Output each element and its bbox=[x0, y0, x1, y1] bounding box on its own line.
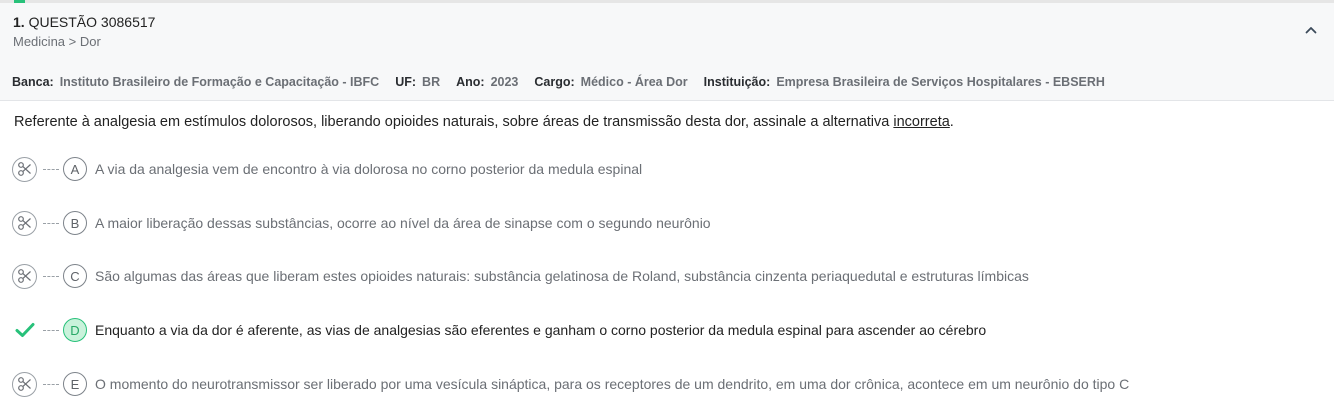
correct-indicator bbox=[12, 318, 37, 343]
connector-dash bbox=[43, 275, 59, 277]
alternative-e[interactable]: E O momento do neurotransmissor ser libe… bbox=[12, 370, 1332, 398]
scissors-icon bbox=[17, 377, 31, 391]
option-letter-d[interactable]: D bbox=[63, 318, 87, 342]
uf-label: UF: bbox=[395, 75, 417, 89]
alternative-c[interactable]: C São algumas das áreas que liberam este… bbox=[12, 262, 1332, 290]
banca-label: Banca: bbox=[12, 75, 54, 89]
option-letter-b[interactable]: B bbox=[63, 211, 87, 235]
eliminate-button-b[interactable] bbox=[12, 210, 37, 236]
connector-dash bbox=[43, 329, 59, 331]
connector-dash bbox=[43, 383, 59, 385]
cargo-value: Médico - Área Dor bbox=[580, 75, 688, 89]
option-text-b[interactable]: A maior liberação dessas substâncias, oc… bbox=[95, 215, 711, 231]
ano-label: Ano: bbox=[456, 75, 485, 89]
question-title: 1. QUESTÃO 3086517 bbox=[13, 14, 155, 30]
question-label: QUESTÃO 3086517 bbox=[28, 14, 156, 30]
option-text-e[interactable]: O momento do neurotransmissor ser libera… bbox=[95, 376, 1129, 392]
option-letter-a[interactable]: A bbox=[63, 157, 87, 181]
breadcrumb: Medicina > Dor bbox=[13, 34, 101, 49]
question-meta: Banca: Instituto Brasileiro de Formação … bbox=[12, 75, 1121, 89]
instituicao-value: Empresa Brasileira de Serviços Hospitala… bbox=[776, 75, 1105, 89]
alternative-b[interactable]: B A maior liberação dessas substâncias, … bbox=[12, 209, 1332, 237]
option-letter-e[interactable]: E bbox=[63, 372, 87, 396]
statement-emphasis: incorreta bbox=[893, 114, 950, 130]
connector-dash bbox=[43, 222, 59, 224]
scissors-icon bbox=[17, 269, 31, 283]
statement-text: Referente à analgesia em estímulos dolor… bbox=[14, 114, 894, 130]
instituicao-label: Instituição: bbox=[703, 75, 771, 89]
eliminate-button-e[interactable] bbox=[12, 371, 37, 397]
option-letter-c[interactable]: C bbox=[63, 264, 87, 288]
statement-end: . bbox=[949, 114, 954, 130]
check-icon bbox=[15, 323, 34, 337]
cargo-label: Cargo: bbox=[534, 75, 575, 89]
eliminate-button-c[interactable] bbox=[12, 263, 37, 289]
alternative-d[interactable]: D Enquanto a via da dor é aferente, as v… bbox=[12, 316, 1332, 344]
connector-dash bbox=[43, 168, 59, 170]
question-statement: Referente à analgesia em estímulos dolor… bbox=[14, 114, 954, 130]
banca-value: Instituto Brasileiro de Formação e Capac… bbox=[59, 75, 380, 89]
collapse-button[interactable] bbox=[1302, 21, 1320, 39]
scissors-icon bbox=[17, 216, 31, 230]
chevron-up-icon bbox=[1305, 27, 1317, 34]
eliminate-button-a[interactable] bbox=[12, 156, 37, 182]
question-header: 1. QUESTÃO 3086517 Medicina > Dor Banca:… bbox=[0, 3, 1334, 101]
ano-value: 2023 bbox=[490, 75, 519, 89]
option-text-a[interactable]: A via da analgesia vem de encontro à via… bbox=[95, 161, 642, 177]
option-text-c[interactable]: São algumas das áreas que liberam estes … bbox=[95, 268, 1029, 284]
option-text-d[interactable]: Enquanto a via da dor é aferente, as via… bbox=[95, 322, 986, 338]
uf-value: BR bbox=[422, 75, 441, 89]
scissors-icon bbox=[17, 162, 31, 176]
alternative-a[interactable]: A A via da analgesia vem de encontro à v… bbox=[12, 155, 1332, 183]
question-number: 1. bbox=[13, 14, 25, 30]
